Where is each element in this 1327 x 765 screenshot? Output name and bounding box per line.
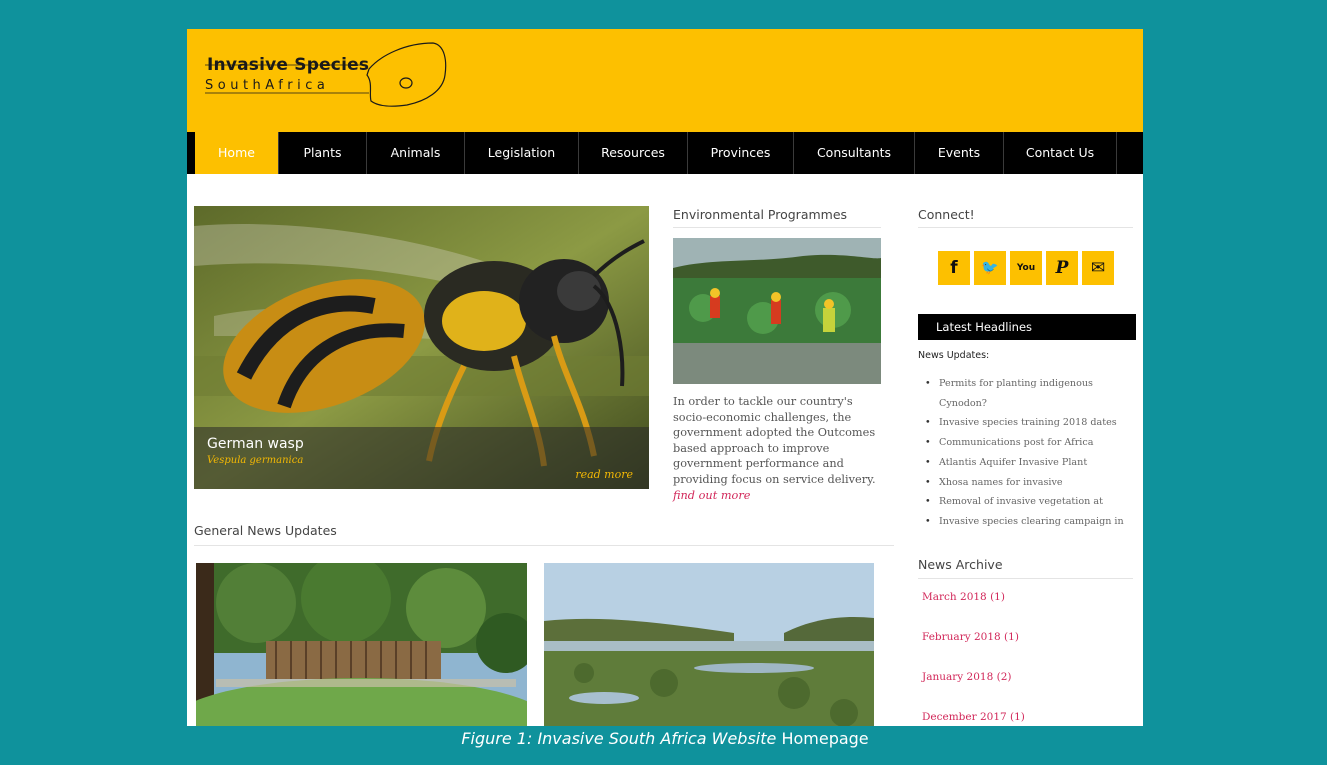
- feature-caption: German wasp Vespula germanica read more: [194, 427, 649, 489]
- divider: [194, 545, 894, 546]
- feature-slide[interactable]: German wasp Vespula germanica read more: [194, 206, 649, 489]
- env-programmes-heading: Environmental Programmes: [673, 207, 848, 222]
- headline-item[interactable]: Xhosa names for invasive: [925, 473, 1137, 493]
- feature-title[interactable]: German wasp: [207, 436, 304, 452]
- news-updates-label: News Updates:: [918, 350, 990, 361]
- headline-item[interactable]: Atlantis Aquifer Invasive Plant: [925, 453, 1137, 473]
- garden-fence-photo: [196, 563, 527, 726]
- site-logo[interactable]: Invasive Species SouthAfrica: [201, 35, 451, 115]
- read-more-link[interactable]: read more: [575, 468, 633, 481]
- nav-home[interactable]: Home: [195, 132, 279, 174]
- nav-contact-us[interactable]: Contact Us: [1004, 132, 1117, 174]
- headline-item[interactable]: Permits for planting indigenous: [925, 374, 1137, 394]
- youtube-icon[interactable]: You: [1010, 251, 1042, 285]
- water-hyacinth-workers-photo: [673, 238, 881, 384]
- news-archive-list: March 2018 (1) February 2018 (1) January…: [922, 591, 1122, 726]
- news-archive-heading: News Archive: [918, 557, 1003, 572]
- pinterest-icon[interactable]: P: [1046, 251, 1078, 285]
- facebook-icon[interactable]: f: [938, 251, 970, 285]
- figure-caption-italic: Figure 1: Invasive South Africa Website: [461, 729, 777, 748]
- latest-headlines-header: Latest Headlines: [918, 314, 1136, 340]
- south-africa-map-outline: [205, 42, 447, 107]
- figure-caption: Figure 1: Invasive South Africa Website …: [187, 729, 1143, 759]
- social-links: f 🐦 You P ✉: [938, 251, 1118, 285]
- nav-provinces[interactable]: Provinces: [688, 132, 794, 174]
- lake-hyacinth-photo: [544, 563, 874, 726]
- archive-link[interactable]: January 2018 (2): [922, 671, 1122, 711]
- nav-events[interactable]: Events: [915, 132, 1004, 174]
- archive-link[interactable]: February 2018 (1): [922, 631, 1122, 671]
- archive-link[interactable]: March 2018 (1): [922, 591, 1122, 631]
- nav-consultants[interactable]: Consultants: [794, 132, 915, 174]
- figure-caption-normal: Homepage: [781, 729, 869, 748]
- divider: [918, 227, 1133, 228]
- news-item-garden-photo[interactable]: [196, 563, 527, 726]
- env-programmes-photo[interactable]: [673, 238, 881, 384]
- nav-animals[interactable]: Animals: [367, 132, 465, 174]
- divider: [918, 578, 1133, 579]
- nav-resources[interactable]: Resources: [579, 132, 688, 174]
- general-news-heading: General News Updates: [194, 523, 337, 538]
- find-out-more-link[interactable]: find out more: [673, 489, 750, 502]
- headline-item[interactable]: Invasive species clearing campaign in: [925, 512, 1137, 532]
- env-programmes-text: In order to tackle our country's socio-e…: [673, 394, 885, 503]
- archive-link[interactable]: December 2017 (1): [922, 711, 1122, 726]
- website-frame: Invasive Species SouthAfrica Home Plants…: [187, 29, 1143, 726]
- headlines-list: Permits for planting indigenous Cynodon?…: [925, 374, 1137, 532]
- feature-scientific-name: Vespula germanica: [207, 455, 304, 466]
- headline-item[interactable]: Removal of invasive vegetation at: [925, 492, 1137, 512]
- divider: [673, 227, 881, 228]
- nav-legislation[interactable]: Legislation: [465, 132, 579, 174]
- email-icon[interactable]: ✉: [1082, 251, 1114, 285]
- connect-heading: Connect!: [918, 207, 975, 222]
- headline-item[interactable]: Invasive species training 2018 dates: [925, 413, 1137, 433]
- main-navigation: Home Plants Animals Legislation Resource…: [187, 132, 1143, 174]
- twitter-icon[interactable]: 🐦: [974, 251, 1006, 285]
- news-item-lake-photo[interactable]: [544, 563, 874, 726]
- logo-title: Invasive Species: [207, 55, 370, 75]
- nav-plants[interactable]: Plants: [279, 132, 367, 174]
- env-description: In order to tackle our country's socio-e…: [673, 395, 876, 486]
- headline-item-continued[interactable]: Cynodon?: [925, 394, 1137, 414]
- headline-item[interactable]: Communications post for Africa: [925, 433, 1137, 453]
- logo-subtitle: SouthAfrica: [205, 78, 330, 93]
- site-header: Invasive Species SouthAfrica: [187, 29, 1143, 132]
